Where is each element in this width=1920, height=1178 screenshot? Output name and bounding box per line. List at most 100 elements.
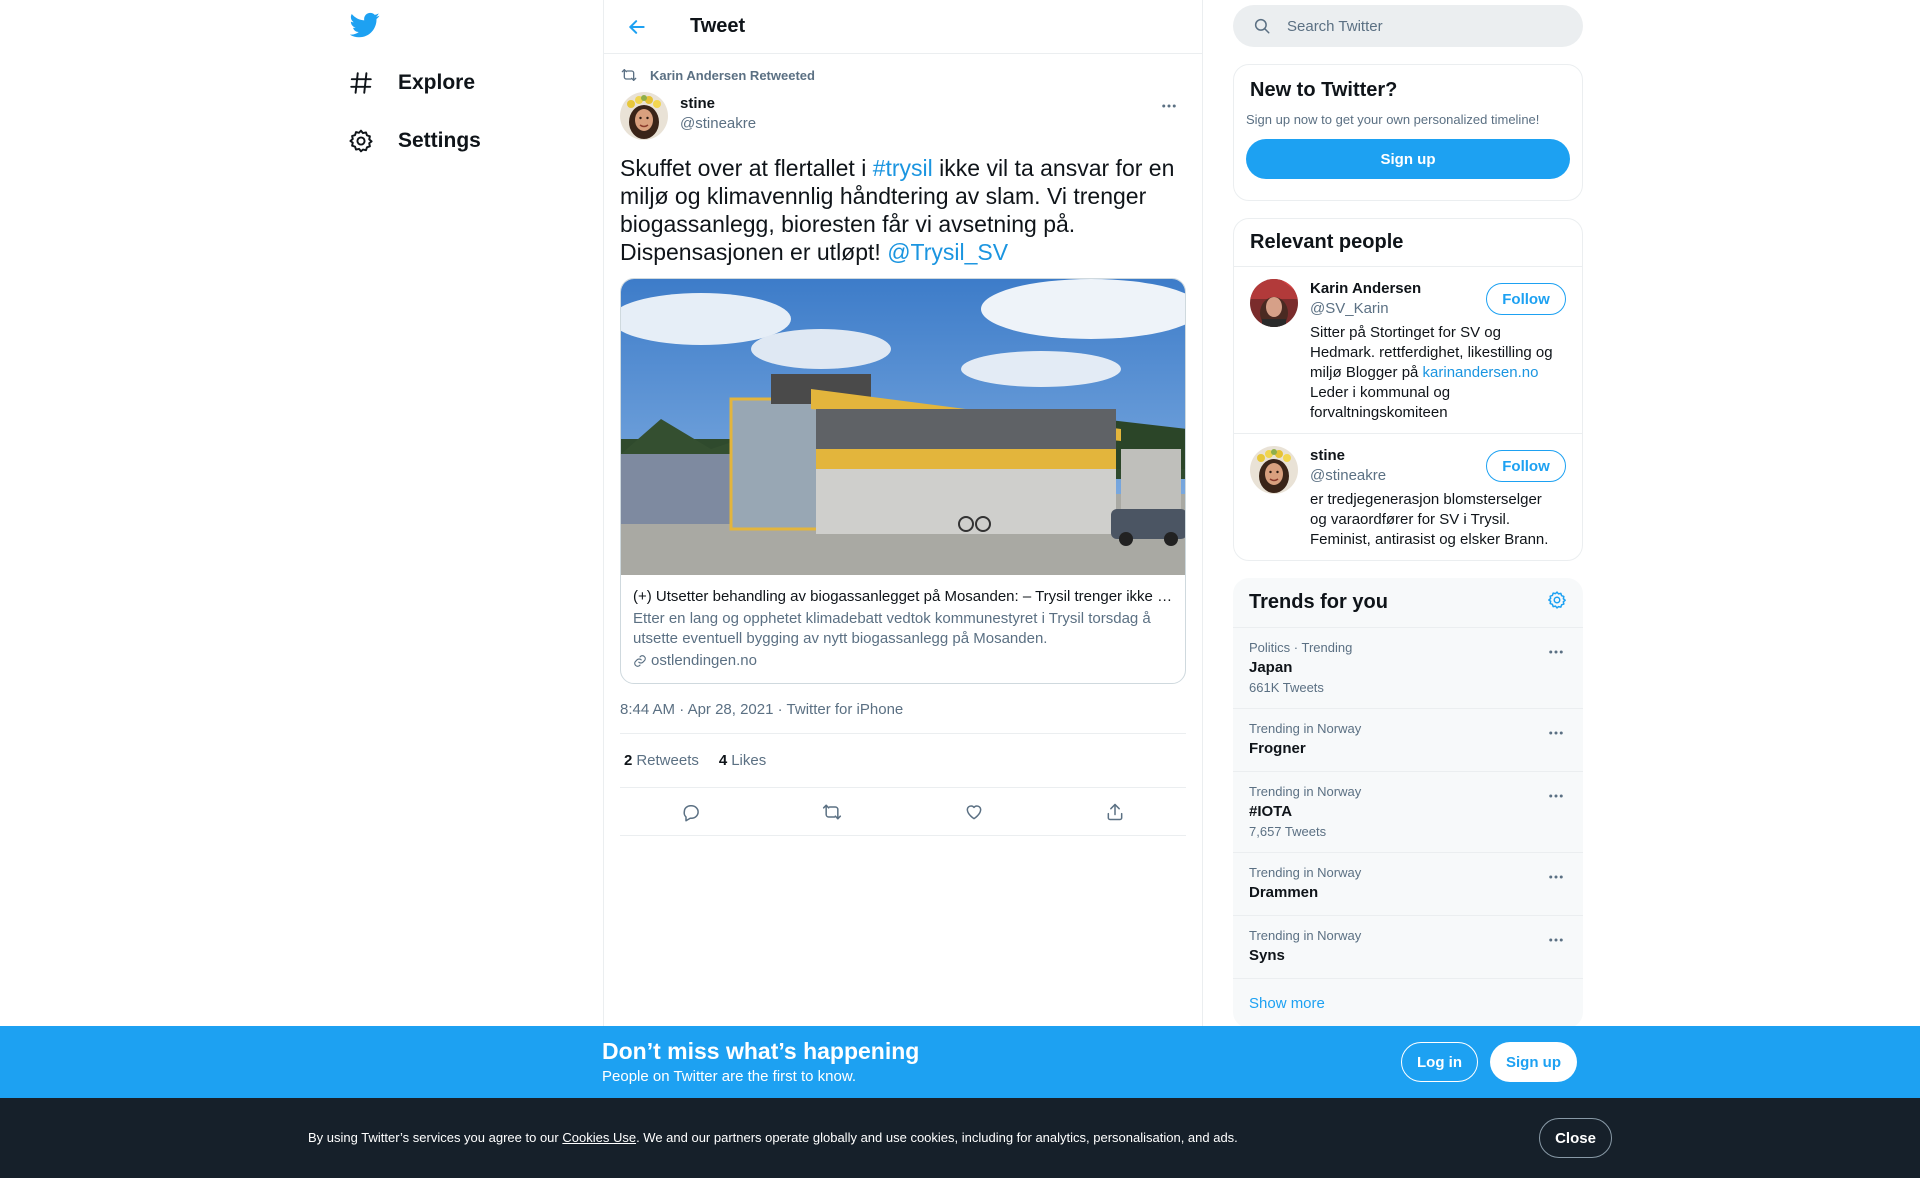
twitter-logo-icon[interactable]	[349, 10, 384, 44]
trend-context: Trending in Norway	[1249, 865, 1362, 880]
trend-context: Trending in Norway	[1249, 721, 1362, 736]
search-icon	[1253, 17, 1271, 35]
author-name[interactable]: stine	[680, 94, 756, 114]
retweet-button[interactable]	[812, 792, 852, 832]
sign-up-button[interactable]: Sign up	[1246, 139, 1570, 179]
relevant-people-panel: Relevant people Karin Andersen @SV_Karin…	[1233, 218, 1583, 561]
retweet-context[interactable]: Karin Andersen Retweeted	[620, 54, 1186, 92]
trend-count: 661K Tweets	[1249, 680, 1324, 695]
more-horizontal-icon	[1549, 731, 1563, 735]
show-more-link[interactable]: Show more	[1233, 979, 1583, 1028]
person-bio: er tredjegenerasjon blomsterselger og va…	[1310, 491, 1549, 548]
more-horizontal-icon	[1549, 875, 1563, 879]
trend-item[interactable]: Trending in Norway #IOTA 7,657 Tweets	[1233, 772, 1583, 853]
retweeted-by-text: Karin Andersen Retweeted	[650, 67, 815, 83]
person-card[interactable]: Karin Andersen @SV_Karin Sitter på Stort…	[1234, 267, 1582, 434]
trend-context: Politics · Trending	[1249, 640, 1353, 655]
sign-up-banner-button[interactable]: Sign up	[1490, 1042, 1577, 1082]
new-to-twitter-panel: New to Twitter? Sign up now to get your …	[1233, 64, 1583, 201]
settings-gear-icon[interactable]	[1547, 590, 1567, 615]
tweet-date[interactable]: Apr 28, 2021	[688, 701, 774, 718]
trend-context: Trending in Norway	[1249, 928, 1362, 943]
tweet-stats: 2 Retweets 4 Likes	[620, 734, 1186, 788]
trend-name: Japan	[1249, 659, 1293, 676]
avatar[interactable]	[1250, 279, 1298, 327]
card-domain: ostlendingen.no	[633, 651, 1173, 671]
nav-item-label: Settings	[398, 129, 481, 152]
follow-button[interactable]: Follow	[1486, 450, 1566, 482]
trends-header: Trends for you	[1233, 578, 1583, 628]
like-button[interactable]	[954, 792, 994, 832]
avatar[interactable]	[620, 92, 668, 140]
tweet-time[interactable]: 8:44 AM	[620, 701, 675, 718]
person-card[interactable]: stine @stineakre er tredjegenerasjon blo…	[1234, 434, 1582, 560]
trend-count: 7,657 Tweets	[1249, 824, 1327, 839]
trend-name: Drammen	[1249, 884, 1319, 901]
trend-context: Trending in Norway	[1249, 784, 1362, 799]
tweet: Karin Andersen Retweeted stine @stineakr…	[604, 54, 1202, 836]
bio-text: Leder i kommunal og forvaltningskomiteen	[1310, 384, 1451, 421]
relevant-people-title: Relevant people	[1234, 219, 1582, 267]
trends-panel: Trends for you Politics · Trending Japan…	[1233, 578, 1583, 1028]
back-button[interactable]	[620, 10, 654, 44]
tweet-more-button[interactable]	[1152, 92, 1186, 120]
trend-more-button[interactable]	[1539, 926, 1573, 954]
tweet-actions	[620, 788, 1186, 836]
bio-link[interactable]: karinandersen.no	[1423, 364, 1539, 381]
trend-more-button[interactable]	[1539, 719, 1573, 747]
trend-name: Syns	[1249, 947, 1285, 964]
reply-icon	[683, 804, 699, 821]
trend-item[interactable]: Trending in Norway Frogner	[1233, 709, 1583, 772]
card-description: Etter en lang og opphetet klimadebatt ve…	[633, 610, 1151, 647]
signup-banner-title: Don’t miss what’s happening	[602, 1038, 920, 1064]
heart-icon	[966, 804, 982, 819]
search-box[interactable]	[1233, 5, 1583, 47]
page-title: Tweet	[690, 15, 746, 37]
avatar[interactable]	[1250, 446, 1298, 494]
log-in-button[interactable]: Log in	[1401, 1042, 1478, 1082]
retweet-count[interactable]: 2	[624, 752, 632, 769]
cookie-banner: By using Twitter’s services you agree to…	[0, 1098, 1920, 1178]
trend-item[interactable]: Politics · Trending Japan 661K Tweets	[1233, 628, 1583, 709]
more-horizontal-icon	[1549, 938, 1563, 942]
arrow-left-icon	[629, 19, 645, 34]
link-card[interactable]: (+) Utsetter behandling av biogassanlegg…	[620, 278, 1186, 684]
nav-item-explore[interactable]: Explore	[346, 58, 475, 108]
right-sidebar: New to Twitter? Sign up now to get your …	[1233, 0, 1583, 1028]
retweet-count-label[interactable]: Retweets	[636, 752, 699, 769]
trend-name: Frogner	[1249, 740, 1306, 757]
tweet-author: stine @stineakre	[620, 92, 1186, 142]
person-bio: Sitter på Stortinget for SV og Hedmark. …	[1310, 323, 1560, 423]
search-input[interactable]	[1287, 17, 1547, 35]
new-to-twitter-title: New to Twitter?	[1250, 79, 1398, 101]
card-domain-text: ostlendingen.no	[651, 652, 757, 669]
follow-button[interactable]: Follow	[1486, 283, 1566, 315]
reply-button[interactable]	[671, 792, 711, 832]
hashtag-link[interactable]: #trysil	[873, 155, 933, 181]
retweet-icon	[620, 67, 638, 83]
card-image	[621, 279, 1185, 575]
trend-item[interactable]: Trending in Norway Drammen	[1233, 853, 1583, 916]
close-button[interactable]: Close	[1539, 1118, 1612, 1158]
nav-item-label: Explore	[398, 71, 476, 94]
share-button[interactable]	[1095, 792, 1135, 832]
cookie-text-part: . We and our partners operate globally a…	[636, 1130, 1238, 1145]
mention-link[interactable]: @Trysil_SV	[887, 239, 1008, 265]
trend-name: #IOTA	[1249, 803, 1293, 820]
cookie-text: By using Twitter’s services you agree to…	[308, 1130, 1238, 1145]
trend-more-button[interactable]	[1539, 782, 1573, 810]
like-count[interactable]: 4	[719, 752, 727, 769]
hashtag-icon	[346, 68, 376, 98]
author-handle[interactable]: @stineakre	[680, 114, 756, 134]
trend-more-button[interactable]	[1539, 638, 1573, 666]
like-count-label[interactable]: Likes	[731, 752, 766, 769]
tweet-source[interactable]: Twitter for iPhone	[787, 701, 904, 718]
trend-item[interactable]: Trending in Norway Syns	[1233, 916, 1583, 979]
link-icon	[633, 654, 647, 668]
nav-item-settings[interactable]: Settings	[346, 116, 481, 166]
share-icon	[1107, 803, 1123, 820]
tweet-text-part: Skuffet over at flertallet i	[620, 155, 873, 181]
cookies-use-link[interactable]: Cookies Use	[562, 1130, 636, 1145]
trend-more-button[interactable]	[1539, 863, 1573, 891]
more-horizontal-icon	[1549, 794, 1563, 798]
